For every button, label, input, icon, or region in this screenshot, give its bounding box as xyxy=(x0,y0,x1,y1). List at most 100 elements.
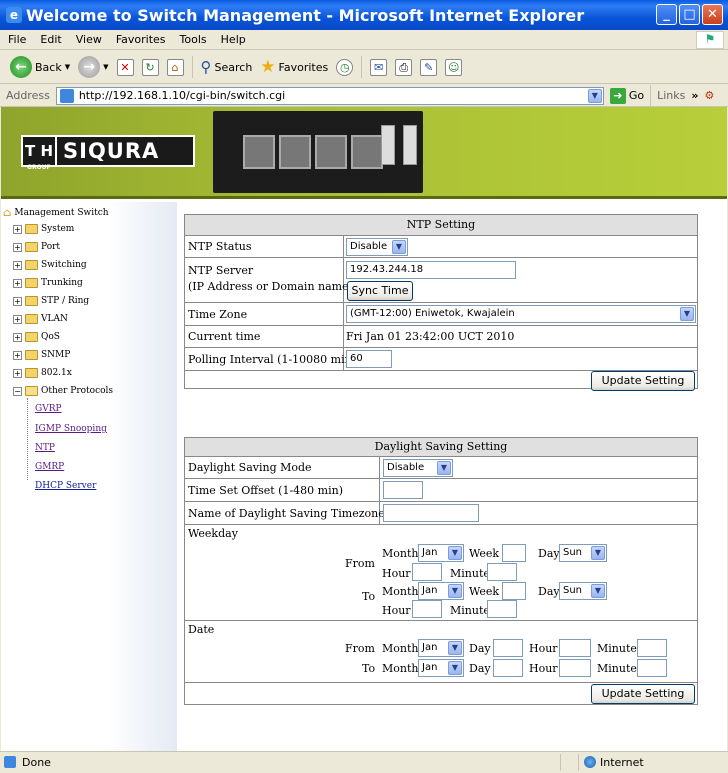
expand-icon[interactable]: + xyxy=(13,260,22,270)
ntp-update-setting-button[interactable]: Update Setting xyxy=(591,371,695,391)
expand-icon[interactable]: + xyxy=(13,242,22,252)
sidebar-item-stp-ring[interactable]: + STP / Ring xyxy=(13,296,89,306)
links-button[interactable]: Links xyxy=(657,89,685,102)
weekday-to-hour-input[interactable] xyxy=(412,600,442,618)
expand-icon[interactable]: + xyxy=(13,278,22,288)
sidebar-item-port[interactable]: + Port xyxy=(13,242,60,252)
weekday-to-month-label: Month xyxy=(382,585,419,598)
date-to-month-select[interactable]: Jan ▼ xyxy=(418,659,464,677)
expand-icon[interactable]: + xyxy=(13,296,22,306)
sidebar-item-trunking[interactable]: + Trunking xyxy=(13,278,83,288)
weekday-from-hour-input[interactable] xyxy=(412,563,442,581)
weekday-from-day-select[interactable]: Sun ▼ xyxy=(559,544,607,562)
menu-file[interactable]: File xyxy=(8,33,26,46)
weekday-to-minute-input[interactable] xyxy=(487,600,517,618)
chevron-down-icon: ▼ xyxy=(591,584,605,598)
month-value: Jan xyxy=(422,662,438,673)
ntp-status-select[interactable]: Disable ▼ xyxy=(346,238,408,256)
group-text: GROUP xyxy=(27,164,51,171)
tree-root-label: Management Switch xyxy=(14,207,109,218)
menu-tools[interactable]: Tools xyxy=(180,33,207,46)
sidebar-link-dhcp-server[interactable]: DHCP Server xyxy=(35,481,96,491)
group-mark: T H xyxy=(24,142,53,160)
minimize-button[interactable]: _ xyxy=(656,4,677,25)
ntp-server-input[interactable]: 192.43.244.18 xyxy=(346,261,516,279)
menu-view[interactable]: View xyxy=(76,33,102,46)
sidebar-link-gmrp[interactable]: GMRP xyxy=(35,462,64,472)
refresh-icon[interactable]: ↻ xyxy=(141,58,159,76)
sidebar-item-8021x[interactable]: +802.1x xyxy=(13,368,72,378)
search-button[interactable]: ⚲ Search xyxy=(201,58,253,76)
time-zone-value: (GMT-12:00) Eniwetok, Kwajalein xyxy=(350,308,515,319)
sidebar-link-igmp-snooping[interactable]: IGMP Snooping xyxy=(35,424,107,434)
sidebar-item-system[interactable]: + System xyxy=(13,224,74,234)
date-to-day-input[interactable] xyxy=(493,659,523,677)
time-zone-select[interactable]: (GMT-12:00) Eniwetok, Kwajalein ▼ xyxy=(346,305,696,323)
dst-update-setting-button[interactable]: Update Setting xyxy=(591,684,695,704)
favorites-button[interactable]: ★ Favorites xyxy=(260,57,328,77)
tools-menu-icon[interactable]: ⚙ xyxy=(704,89,714,102)
sidebar-item-other-protocols[interactable]: − Other Protocols xyxy=(13,386,113,396)
weekday-from-label: From xyxy=(345,557,375,570)
date-to-hour-input[interactable] xyxy=(559,659,591,677)
sidebar-item-snmp[interactable]: + SNMP xyxy=(13,350,70,360)
date-from-hour-label: Hour xyxy=(529,642,558,655)
weekday-from-week-label: Week xyxy=(469,547,500,560)
month-value: Jan xyxy=(422,585,438,596)
polling-interval-row: Polling Interval (1-10080 min) 60 xyxy=(185,347,697,370)
ntp-server-value: 192.43.244.18 xyxy=(350,264,424,275)
back-button[interactable]: ← Back ▼ xyxy=(10,56,70,78)
dst-mode-select[interactable]: Disable ▼ xyxy=(383,459,453,477)
address-label: Address xyxy=(6,89,50,102)
dst-name-input[interactable] xyxy=(383,504,479,522)
menu-help[interactable]: Help xyxy=(221,33,246,46)
expand-icon[interactable]: + xyxy=(13,350,22,360)
sidebar-item-switching[interactable]: + Switching xyxy=(13,260,87,270)
history-icon[interactable]: ◷ xyxy=(336,58,354,76)
date-from-minute-input[interactable] xyxy=(637,639,667,657)
date-from-hour-input[interactable] xyxy=(559,639,591,657)
expand-icon[interactable]: + xyxy=(13,332,22,342)
tree-root[interactable]: ⌂ Management Switch xyxy=(3,206,109,219)
weekday-from-minute-input[interactable] xyxy=(487,563,517,581)
weekday-from-minute-label: Minute xyxy=(450,567,490,580)
date-to-minute-input[interactable] xyxy=(637,659,667,677)
go-button[interactable]: ➜ Go xyxy=(609,87,644,104)
expand-icon[interactable]: + xyxy=(13,224,22,234)
sidebar-item-label: VLAN xyxy=(41,314,68,324)
weekday-to-month-select[interactable]: Jan ▼ xyxy=(418,582,464,600)
dst-offset-input[interactable] xyxy=(383,481,423,499)
expand-icon[interactable]: + xyxy=(13,368,22,378)
print-icon[interactable]: ⎙ xyxy=(395,58,413,76)
sync-time-button[interactable]: Sync Time xyxy=(347,281,413,301)
close-button[interactable]: ✕ xyxy=(702,4,723,25)
sidebar-link-ntp[interactable]: NTP xyxy=(35,443,55,453)
mail-icon[interactable]: ✉ xyxy=(370,58,388,76)
menu-edit[interactable]: Edit xyxy=(40,33,61,46)
edit-icon[interactable]: ✎ xyxy=(420,58,438,76)
ntp-actions-row: Update Setting xyxy=(185,370,697,391)
sidebar-item-label: Switching xyxy=(41,260,87,270)
date-from-month-select[interactable]: Jan ▼ xyxy=(418,639,464,657)
maximize-button[interactable]: □ xyxy=(679,4,700,25)
menu-favorites[interactable]: Favorites xyxy=(116,33,166,46)
address-input[interactable]: http://192.168.1.10/cgi-bin/switch.cgi ▼ xyxy=(55,86,604,105)
polling-interval-input[interactable]: 60 xyxy=(346,350,392,368)
weekday-to-week-input[interactable] xyxy=(502,582,526,600)
sidebar-item-vlan[interactable]: + VLAN xyxy=(13,314,68,324)
weekday-to-hour-label: Hour xyxy=(382,604,411,617)
weekday-to-day-select[interactable]: Sun ▼ xyxy=(559,582,607,600)
messenger-icon[interactable]: ☺ xyxy=(445,58,463,76)
sidebar-item-qos[interactable]: + QoS xyxy=(13,332,60,342)
date-from-day-input[interactable] xyxy=(493,639,523,657)
weekday-from-month-select[interactable]: Jan ▼ xyxy=(418,544,464,562)
home-icon[interactable]: ⌂ xyxy=(166,58,184,76)
weekday-from-week-input[interactable] xyxy=(502,544,526,562)
chevron-down-icon[interactable]: ▼ xyxy=(587,88,602,103)
sidebar-link-gvrp[interactable]: GVRP xyxy=(35,404,62,414)
forward-button[interactable]: → ▼ xyxy=(78,56,109,78)
stop-icon[interactable]: ✕ xyxy=(116,58,134,76)
collapse-icon[interactable]: − xyxy=(13,386,22,396)
ntp-server-label: NTP Server xyxy=(188,264,254,277)
expand-icon[interactable]: + xyxy=(13,314,22,324)
